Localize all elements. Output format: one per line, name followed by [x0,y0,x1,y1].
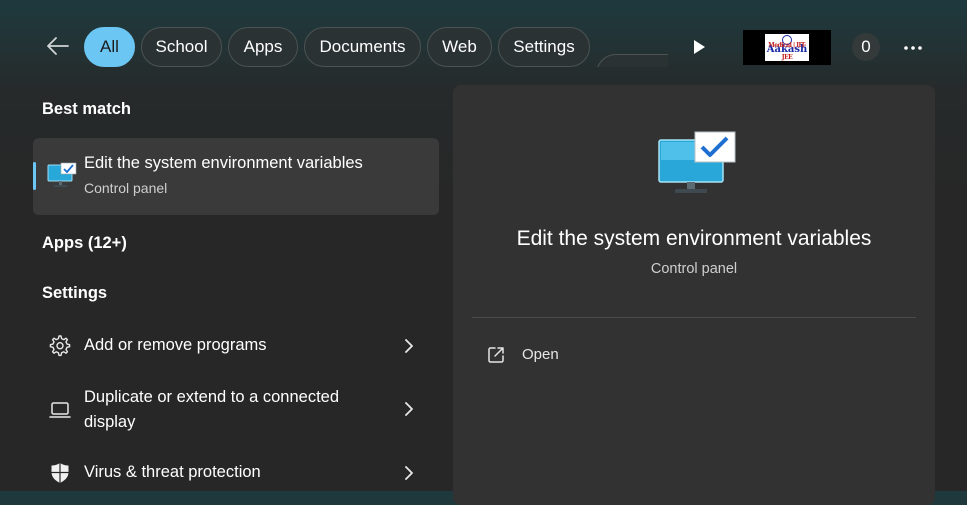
logo-subtext: Medical | IIT-JEE [768,42,806,61]
more-horizontal-icon [904,46,922,50]
filter-bar: All School Apps Documents Web Settings P… [0,0,967,95]
setting-label: Add or remove programs [84,336,267,354]
open-label: Open [522,346,559,363]
arrow-left-icon [47,37,69,55]
tab-all[interactable]: All [84,27,135,67]
gear-icon [49,335,71,357]
settings-heading[interactable]: Settings [42,284,107,303]
monitor-check-icon [47,162,77,187]
tab-settings[interactable]: Settings [498,27,590,67]
open-external-icon [488,347,504,363]
setting-label: Duplicate or extend to a connected displ… [84,388,340,431]
apps-heading[interactable]: Apps (12+) [42,234,127,253]
back-button[interactable] [44,32,72,60]
best-match-title: Edit the system environment variables [84,154,363,172]
more-options-button[interactable] [900,36,926,60]
preview-subtitle: Control panel [650,261,738,277]
tab-school[interactable]: School [141,27,222,67]
play-icon [694,40,705,54]
laptop-icon [49,399,71,421]
tab-apps[interactable]: Apps [228,27,298,67]
best-match-subtitle: Control panel [84,180,168,196]
setting-duplicate-extend-display[interactable]: Duplicate or extend to a connected displ… [33,384,439,436]
setting-label: Virus & threat protection [84,463,261,481]
rewards-points[interactable]: 0 [852,33,880,61]
open-action[interactable]: Open [472,341,672,369]
tab-documents[interactable]: Documents [304,27,421,67]
aakash-logo: Aakash Medical | IIT-JEE [765,34,809,61]
more-tabs-button[interactable] [690,36,708,58]
divider [472,317,916,318]
setting-add-remove-programs[interactable]: Add or remove programs [33,330,439,362]
tab-web[interactable]: Web [427,27,492,67]
preview-title: Edit the system environment variables [516,227,872,250]
best-match-result[interactable]: Edit the system environment variables Co… [33,138,439,215]
tab-people-clip: People [596,27,668,67]
account-logo[interactable]: Aakash Medical | IIT-JEE [743,30,831,65]
best-match-heading: Best match [42,100,131,118]
shield-icon [49,462,71,484]
selection-indicator [33,162,36,190]
setting-virus-threat-protection[interactable]: Virus & threat protection [33,458,439,490]
chevron-right-icon [403,401,415,417]
tab-people[interactable]: People [596,54,668,67]
monitor-check-icon [658,131,736,193]
chevron-right-icon [403,338,415,354]
preview-panel: Edit the system environment variables Co… [453,85,935,505]
chevron-right-icon [403,465,415,481]
